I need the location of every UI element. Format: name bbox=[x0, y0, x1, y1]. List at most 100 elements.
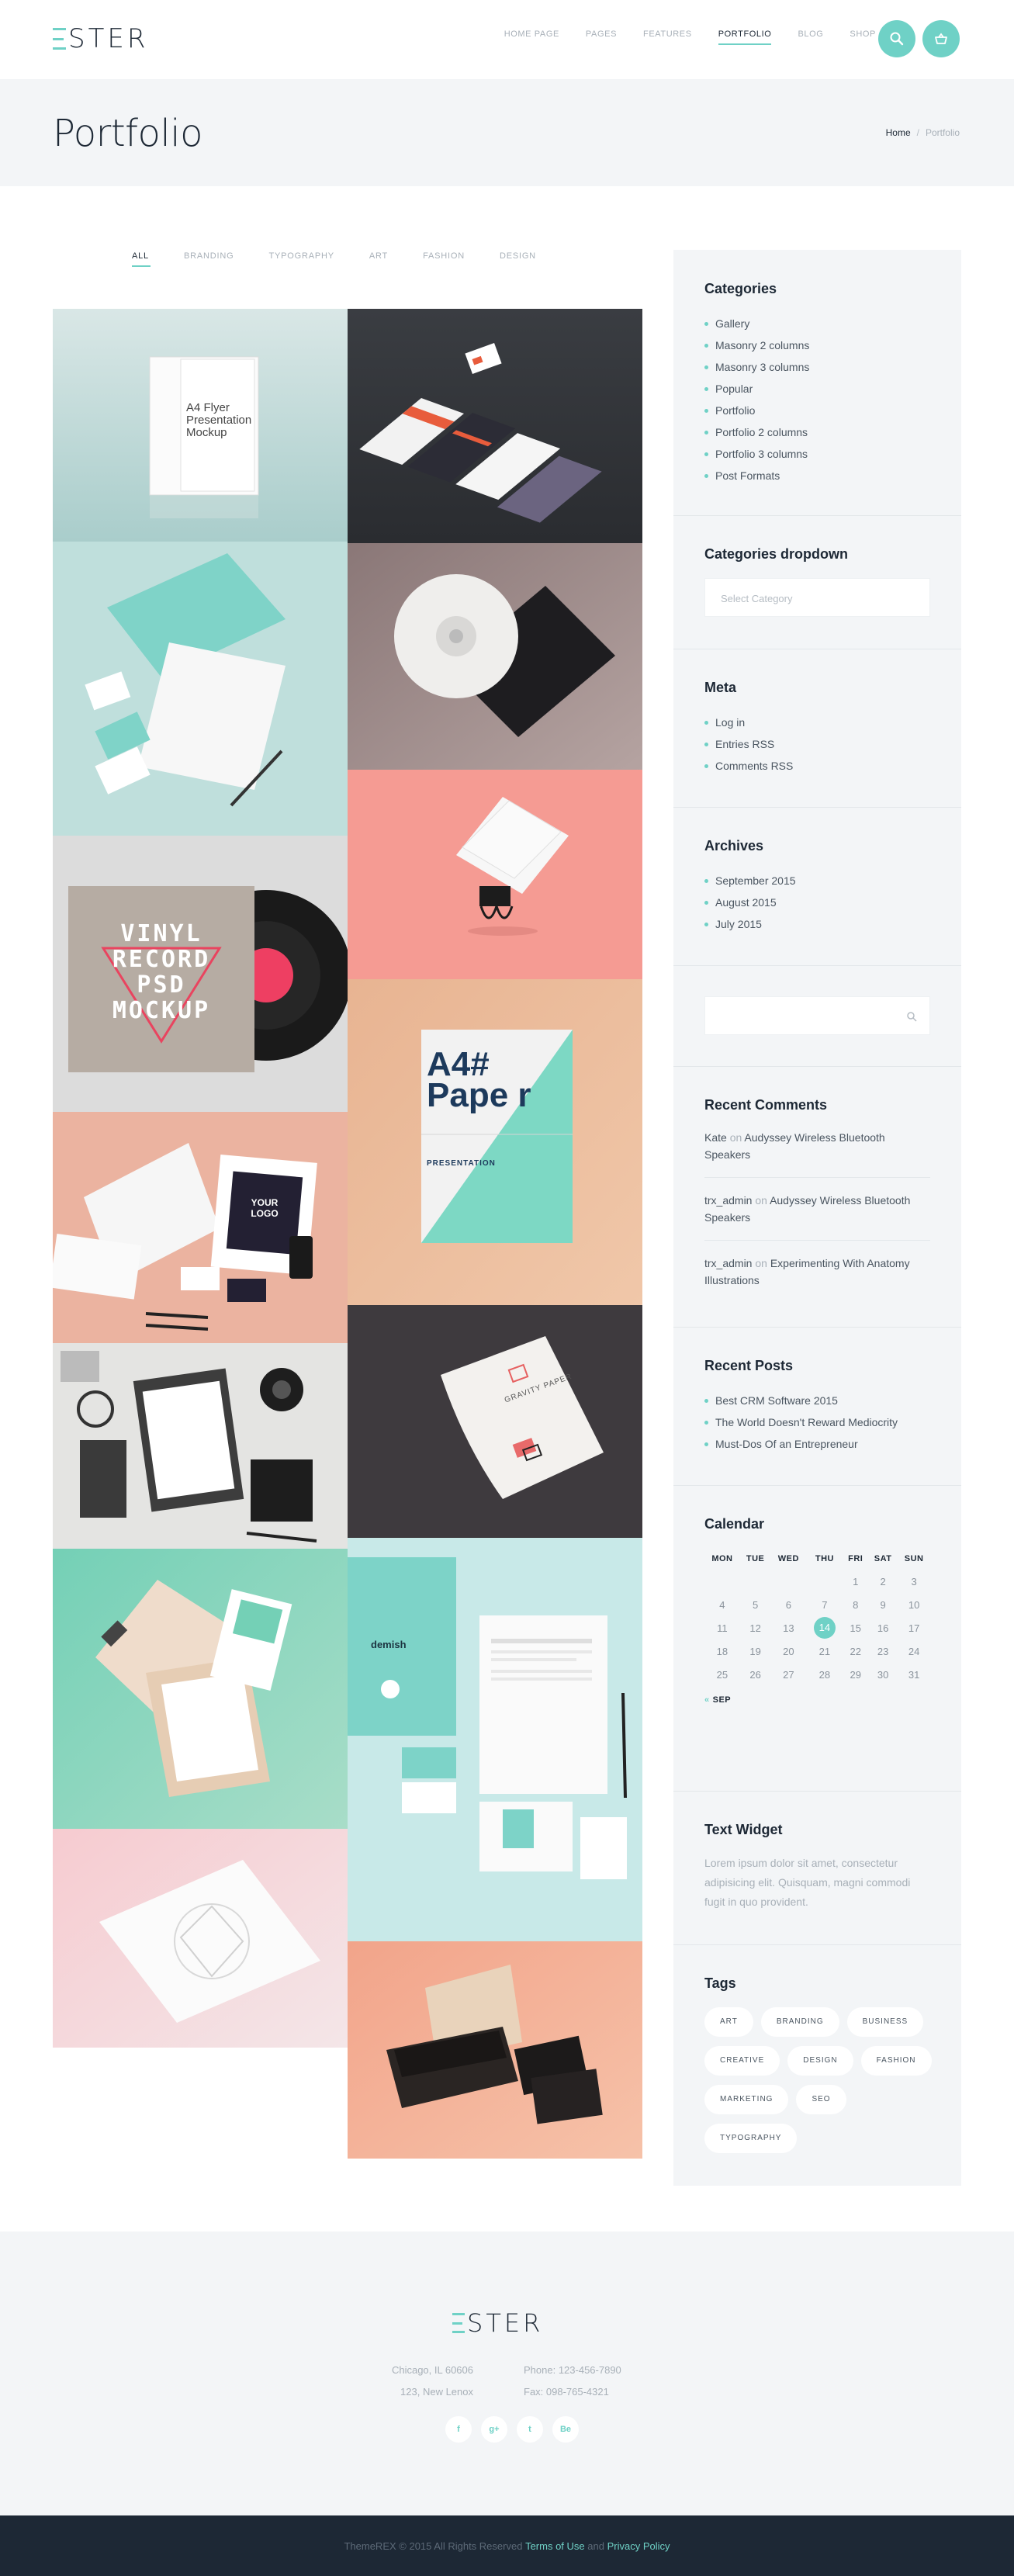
calendar-day-header: SUN bbox=[904, 1554, 924, 1563]
calendar-day-number: 27 bbox=[783, 1668, 794, 1681]
twitter-icon[interactable]: t bbox=[517, 2416, 543, 2443]
nav-portfolio[interactable]: PORTFOLIO bbox=[718, 29, 772, 45]
category-link-masonry-3[interactable]: Masonry 3 columns bbox=[704, 356, 930, 378]
facebook-icon[interactable]: f bbox=[445, 2416, 472, 2443]
sidebar-search-input[interactable] bbox=[704, 996, 930, 1035]
portfolio-item-web-screens[interactable] bbox=[348, 309, 642, 543]
portfolio-item-cd-mockup[interactable] bbox=[348, 543, 642, 770]
breadcrumb-separator: / bbox=[916, 127, 919, 138]
calendar-day: 19 bbox=[740, 1639, 771, 1663]
nav-shop[interactable]: SHOP bbox=[850, 29, 876, 45]
comment-on-label: on bbox=[729, 1131, 742, 1144]
filter-typography[interactable]: TYPOGRAPHY bbox=[268, 251, 334, 267]
calendar-day: 17 bbox=[898, 1616, 930, 1639]
calendar-day: 13 bbox=[770, 1616, 806, 1639]
calendar-day: 18 bbox=[704, 1639, 740, 1663]
calendar-day-number: 18 bbox=[716, 1645, 728, 1657]
category-select[interactable]: Select Category bbox=[704, 578, 930, 617]
search-icon bbox=[890, 32, 904, 46]
address-line-2: 123, New Lenox bbox=[400, 2386, 473, 2398]
site-logo[interactable]: STER bbox=[53, 22, 148, 56]
filter-design[interactable]: DESIGN bbox=[500, 251, 536, 267]
portfolio-item-demish-branding[interactable]: demish bbox=[348, 1538, 642, 1941]
portfolio-filters: ALL BRANDING TYPOGRAPHY ART FASHION DESI… bbox=[132, 251, 536, 267]
tag-art[interactable]: ART bbox=[704, 2007, 753, 2037]
category-link-masonry-2[interactable]: Masonry 2 columns bbox=[704, 334, 930, 356]
calendar-day-number: 24 bbox=[908, 1645, 920, 1657]
breadcrumb-home[interactable]: Home bbox=[886, 127, 911, 138]
archive-link-aug-2015[interactable]: August 2015 bbox=[704, 892, 930, 913]
category-link-gallery[interactable]: Gallery bbox=[704, 313, 930, 334]
widget-categories: Categories Gallery Masonry 2 columns Mas… bbox=[673, 281, 961, 486]
recent-post-link[interactable]: Must-Dos Of an Entrepreneur bbox=[704, 1433, 930, 1455]
cart-button[interactable] bbox=[922, 20, 960, 57]
category-link-post-formats[interactable]: Post Formats bbox=[704, 465, 930, 486]
google-plus-icon[interactable]: g+ bbox=[481, 2416, 507, 2443]
meta-link-entries-rss[interactable]: Entries RSS bbox=[704, 733, 930, 755]
calendar-empty-cell bbox=[770, 1570, 806, 1593]
portfolio-item-branding-peach[interactable]: YOUR LOGO bbox=[53, 1112, 348, 1343]
tag-seo[interactable]: SEO bbox=[796, 2085, 846, 2114]
recent-post-link[interactable]: The World Doesn't Reward Mediocrity bbox=[704, 1411, 930, 1433]
privacy-link[interactable]: Privacy Policy bbox=[607, 2540, 670, 2552]
terms-link[interactable]: Terms of Use bbox=[525, 2540, 585, 2552]
widget-tags: Tags ART BRANDING BUSINESS CREATIVE DESIGN FA… bbox=[673, 1975, 961, 2153]
tag-business[interactable]: BUSINESS bbox=[846, 2007, 924, 2037]
behance-icon[interactable]: Be bbox=[552, 2416, 579, 2443]
meta-link-login[interactable]: Log in bbox=[704, 712, 930, 733]
widget-title: Recent Comments bbox=[704, 1097, 828, 1113]
portfolio-item-stationery-mint[interactable] bbox=[53, 542, 348, 836]
category-link-portfolio-2[interactable]: Portfolio 2 columns bbox=[704, 421, 930, 443]
portfolio-item-vinyl-record[interactable]: VINYL RECORD PSD MOCKUP bbox=[53, 836, 348, 1112]
comment-author[interactable]: trx_admin bbox=[704, 1194, 752, 1207]
widget-title: Archives bbox=[704, 838, 764, 853]
portfolio-item-business-card-box[interactable] bbox=[53, 1549, 348, 1829]
calendar-day-number: 5 bbox=[753, 1598, 759, 1611]
calendar-day-number: 12 bbox=[749, 1622, 761, 1634]
tag-marketing[interactable]: MARKETING bbox=[704, 2085, 789, 2114]
tag-fashion[interactable]: FASHION bbox=[860, 2046, 932, 2076]
tag-creative[interactable]: CREATIVE bbox=[704, 2046, 780, 2076]
calendar-day-number: 11 bbox=[717, 1622, 728, 1634]
widget-text: Text Widget Lorem ipsum dolor sit amet, … bbox=[673, 1822, 961, 1912]
archive-link-jul-2015[interactable]: July 2015 bbox=[704, 913, 930, 935]
nav-home-page[interactable]: HOME PAGE bbox=[504, 29, 559, 45]
footer-logo[interactable]: STER bbox=[452, 2308, 543, 2339]
tag-design[interactable]: DESIGN bbox=[787, 2046, 853, 2076]
widget-divider bbox=[673, 515, 961, 516]
tag-branding[interactable]: BRANDING bbox=[760, 2007, 839, 2037]
calendar-prev-month[interactable]: «SEP bbox=[704, 1695, 930, 1705]
filter-fashion[interactable]: FASHION bbox=[423, 251, 465, 267]
filter-all[interactable]: ALL bbox=[132, 251, 151, 267]
page-title: Portfolio bbox=[53, 112, 202, 155]
category-link-portfolio[interactable]: Portfolio bbox=[704, 400, 930, 421]
widget-categories-dropdown: Categories dropdown Select Category bbox=[673, 546, 961, 617]
category-link-popular[interactable]: Popular bbox=[704, 378, 930, 400]
calendar-week: 25 26 27 28 29 30 31 bbox=[704, 1663, 930, 1686]
portfolio-item-flyer-mockup[interactable]: A4 Flyer Presentation Mockup bbox=[53, 309, 348, 542]
portfolio-item-gravity-paper[interactable]: GRAVITY PAPER bbox=[348, 1305, 642, 1538]
category-link-portfolio-3[interactable]: Portfolio 3 columns bbox=[704, 443, 930, 465]
portfolio-item-a4-paper-poster[interactable]: A4# Pape r PRESENTATION bbox=[348, 979, 642, 1305]
tag-typography[interactable]: TYPOGRAPHY bbox=[704, 2124, 798, 2153]
filter-art[interactable]: ART bbox=[369, 251, 388, 267]
filter-branding[interactable]: BRANDING bbox=[184, 251, 234, 267]
nav-pages[interactable]: PAGES bbox=[586, 29, 617, 45]
recent-post-link[interactable]: Best CRM Software 2015 bbox=[704, 1390, 930, 1411]
meta-link-comments-rss[interactable]: Comments RSS bbox=[704, 755, 930, 777]
nav-features[interactable]: FEATURES bbox=[643, 29, 692, 45]
portfolio-item-card-pink[interactable] bbox=[53, 1829, 348, 2048]
portfolio-item-black-cards-box[interactable] bbox=[348, 1941, 642, 2159]
comment-author[interactable]: Kate bbox=[704, 1131, 727, 1144]
archive-link-sep-2015[interactable]: September 2015 bbox=[704, 870, 930, 892]
calendar-table: MON TUE WED THU FRI SAT SUN 1 2 3 4 5 6 7 8 9 10 1… bbox=[704, 1548, 930, 1686]
text-widget-body: Lorem ipsum dolor sit amet, consectetur … bbox=[704, 1857, 911, 1908]
vinyl-text-line-1: VINYL bbox=[120, 920, 202, 947]
portfolio-item-stationery-gray[interactable] bbox=[53, 1343, 348, 1549]
widget-meta: Meta Log in Entries RSS Comments RSS bbox=[673, 680, 961, 777]
nav-blog[interactable]: BLOG bbox=[798, 29, 823, 45]
comment-author[interactable]: trx_admin bbox=[704, 1257, 752, 1269]
search-button[interactable] bbox=[878, 20, 915, 57]
portfolio-item-cards-binder-clip[interactable] bbox=[348, 770, 642, 979]
calendar-day-number: 2 bbox=[880, 1575, 886, 1587]
